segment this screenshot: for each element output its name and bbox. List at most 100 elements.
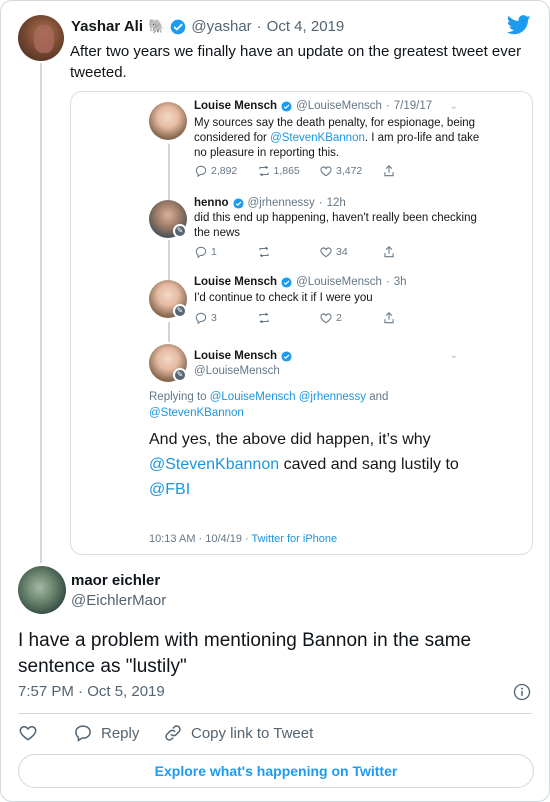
count: 3,472 xyxy=(336,165,363,177)
embed-tweet2-actions: 1 34 xyxy=(194,245,444,259)
embed-like-count: 3,472 xyxy=(319,164,382,178)
retweet-icon xyxy=(258,165,269,177)
tweet-card: Yashar Ali 🐘 @yashar · Oct 4, 2019 After… xyxy=(0,0,550,802)
louise-avatar xyxy=(149,102,187,140)
embed-tweet3-header: Louise Mensch @LouiseMensch · 3h xyxy=(194,276,407,288)
embed-retweet-count xyxy=(257,311,320,325)
embed-thread-line xyxy=(168,322,170,342)
info-icon[interactable] xyxy=(513,683,531,701)
mention-link: @StevenKBannon xyxy=(270,132,365,144)
reply-tweet-timestamp[interactable]: 7:57 PM · Oct 5, 2019 xyxy=(18,683,165,700)
timestamp: 10:13 AM · 10/4/19 · xyxy=(149,533,252,545)
embed-tweet3-handle: @LouiseMensch xyxy=(296,276,382,288)
heart-icon xyxy=(320,247,332,258)
heart-icon xyxy=(19,725,37,741)
embed-tweet1-actions: 2,892 1,865 3,472 xyxy=(194,164,444,178)
embed-thread-line xyxy=(168,144,170,200)
embed-retweet-count: 1,865 xyxy=(257,164,320,178)
embed-tweet2-name: henno xyxy=(194,197,229,209)
replying-to: Replying to @LouiseMensch @jrhennessy an… xyxy=(149,389,439,421)
embed-share xyxy=(382,164,445,178)
embed-retweet-count xyxy=(257,245,320,259)
edit-badge-icon: ✎ xyxy=(173,368,187,382)
mention-link: @StevenKbannon xyxy=(149,456,280,473)
top-tweet-header: Yashar Ali 🐘 @yashar · Oct 4, 2019 xyxy=(71,18,344,35)
twitter-logo-icon[interactable] xyxy=(507,15,531,35)
embed-reply-count: 3 xyxy=(194,311,257,325)
embed-text-segment: caved and sang lustily to xyxy=(279,456,459,473)
embedded-screenshot[interactable]: Louise Mensch @LouiseMensch · 7/19/17 ⌄ … xyxy=(70,91,533,555)
reply-button[interactable]: Reply xyxy=(73,723,163,743)
mention-link: @StevenKBannon xyxy=(149,407,244,419)
reply-icon xyxy=(195,312,207,325)
embed-tweet2-date: 12h xyxy=(326,197,346,209)
embed-main-name: Louise Mensch xyxy=(194,350,278,362)
embed-main-handle: @LouiseMensch xyxy=(194,365,280,377)
chevron-down-icon: ⌄ xyxy=(449,101,458,112)
embed-main-text: And yes, the above did happen, it’s why … xyxy=(149,427,469,502)
verified-badge-icon xyxy=(281,276,292,288)
chevron-down-icon: ⌄ xyxy=(449,350,458,361)
embed-tweet1-header: Louise Mensch @LouiseMensch · 7/19/17 xyxy=(194,100,432,112)
mention-link: @FBI xyxy=(149,481,191,498)
embed-like-count: 2 xyxy=(319,311,382,325)
embed-main-header: Louise Mensch xyxy=(194,350,292,362)
embed-tweet1-name: Louise Mensch xyxy=(194,100,278,112)
reply-tweet-text: I have a problem with mentioning Bannon … xyxy=(18,630,472,677)
embed-thread-line xyxy=(168,240,170,280)
embed-tweet2-text: did this end up happening, haven't reall… xyxy=(194,212,477,239)
count: 34 xyxy=(336,246,348,258)
tweet-date[interactable]: Oct 4, 2019 xyxy=(267,18,345,35)
heart-icon xyxy=(320,313,332,324)
embed-main-timestamp: 10:13 AM · 10/4/19 · Twitter for iPhone xyxy=(149,533,337,545)
count: 1 xyxy=(211,246,217,258)
yashar-avatar[interactable] xyxy=(18,15,64,61)
retweet-icon xyxy=(258,312,269,324)
separator: · xyxy=(256,18,262,35)
link-icon xyxy=(165,725,181,741)
edit-badge-icon: ✎ xyxy=(173,224,187,238)
count: 2 xyxy=(336,312,342,324)
embed-tweet1-text: My sources say the death penalty, for es… xyxy=(194,116,484,161)
embed-tweet3-date: 3h xyxy=(393,276,407,288)
share-icon xyxy=(383,312,394,324)
maor-avatar[interactable] xyxy=(18,566,66,614)
reply-icon xyxy=(195,246,207,259)
separator: · xyxy=(385,276,390,288)
embed-tweet1-handle: @LouiseMensch xyxy=(296,100,382,112)
replying-prefix: Replying to xyxy=(149,391,210,403)
heart-icon xyxy=(320,166,332,177)
embed-share xyxy=(382,245,445,259)
like-button[interactable] xyxy=(18,723,73,743)
share-icon xyxy=(383,165,394,177)
verified-badge-icon xyxy=(171,19,186,34)
author-handle[interactable]: @yashar xyxy=(191,18,251,35)
thread-line xyxy=(40,63,42,563)
separator: · xyxy=(385,100,390,112)
verified-badge-icon xyxy=(281,100,292,112)
count: 3 xyxy=(211,312,217,324)
replying-and: and xyxy=(366,391,389,403)
retweet-icon xyxy=(258,246,269,258)
reply-author-handle[interactable]: @EichlerMaor xyxy=(71,592,166,609)
author-name[interactable]: Yashar Ali xyxy=(71,18,143,35)
explore-button[interactable]: Explore what's happening on Twitter xyxy=(18,754,534,788)
tweet-actions: Reply Copy link to Tweet xyxy=(18,723,313,743)
embed-reply-count: 2,892 xyxy=(194,164,257,178)
embed-tweet3-text: I'd continue to check it if I were you xyxy=(194,292,373,304)
reply-icon xyxy=(195,165,207,178)
elephant-emoji-icon: 🐘 xyxy=(147,18,166,34)
divider xyxy=(18,713,532,714)
verified-badge-icon xyxy=(232,197,244,209)
separator: · xyxy=(318,197,323,209)
copy-link-button[interactable]: Copy link to Tweet xyxy=(163,723,313,743)
reply-icon xyxy=(75,725,91,742)
embed-tweet3-actions: 3 2 xyxy=(194,311,444,325)
embed-share xyxy=(382,311,445,325)
reply-author-name[interactable]: maor eichler xyxy=(71,572,160,589)
embed-text-segment: And yes, the above did happen, it’s why xyxy=(149,431,431,448)
embed-reply-count: 1 xyxy=(194,245,257,259)
embed-tweet2-handle: @jrhennessy xyxy=(247,197,315,209)
embed-tweet2-header: henno @jrhennessy · 12h xyxy=(194,197,346,209)
source-link: Twitter for iPhone xyxy=(251,533,338,545)
